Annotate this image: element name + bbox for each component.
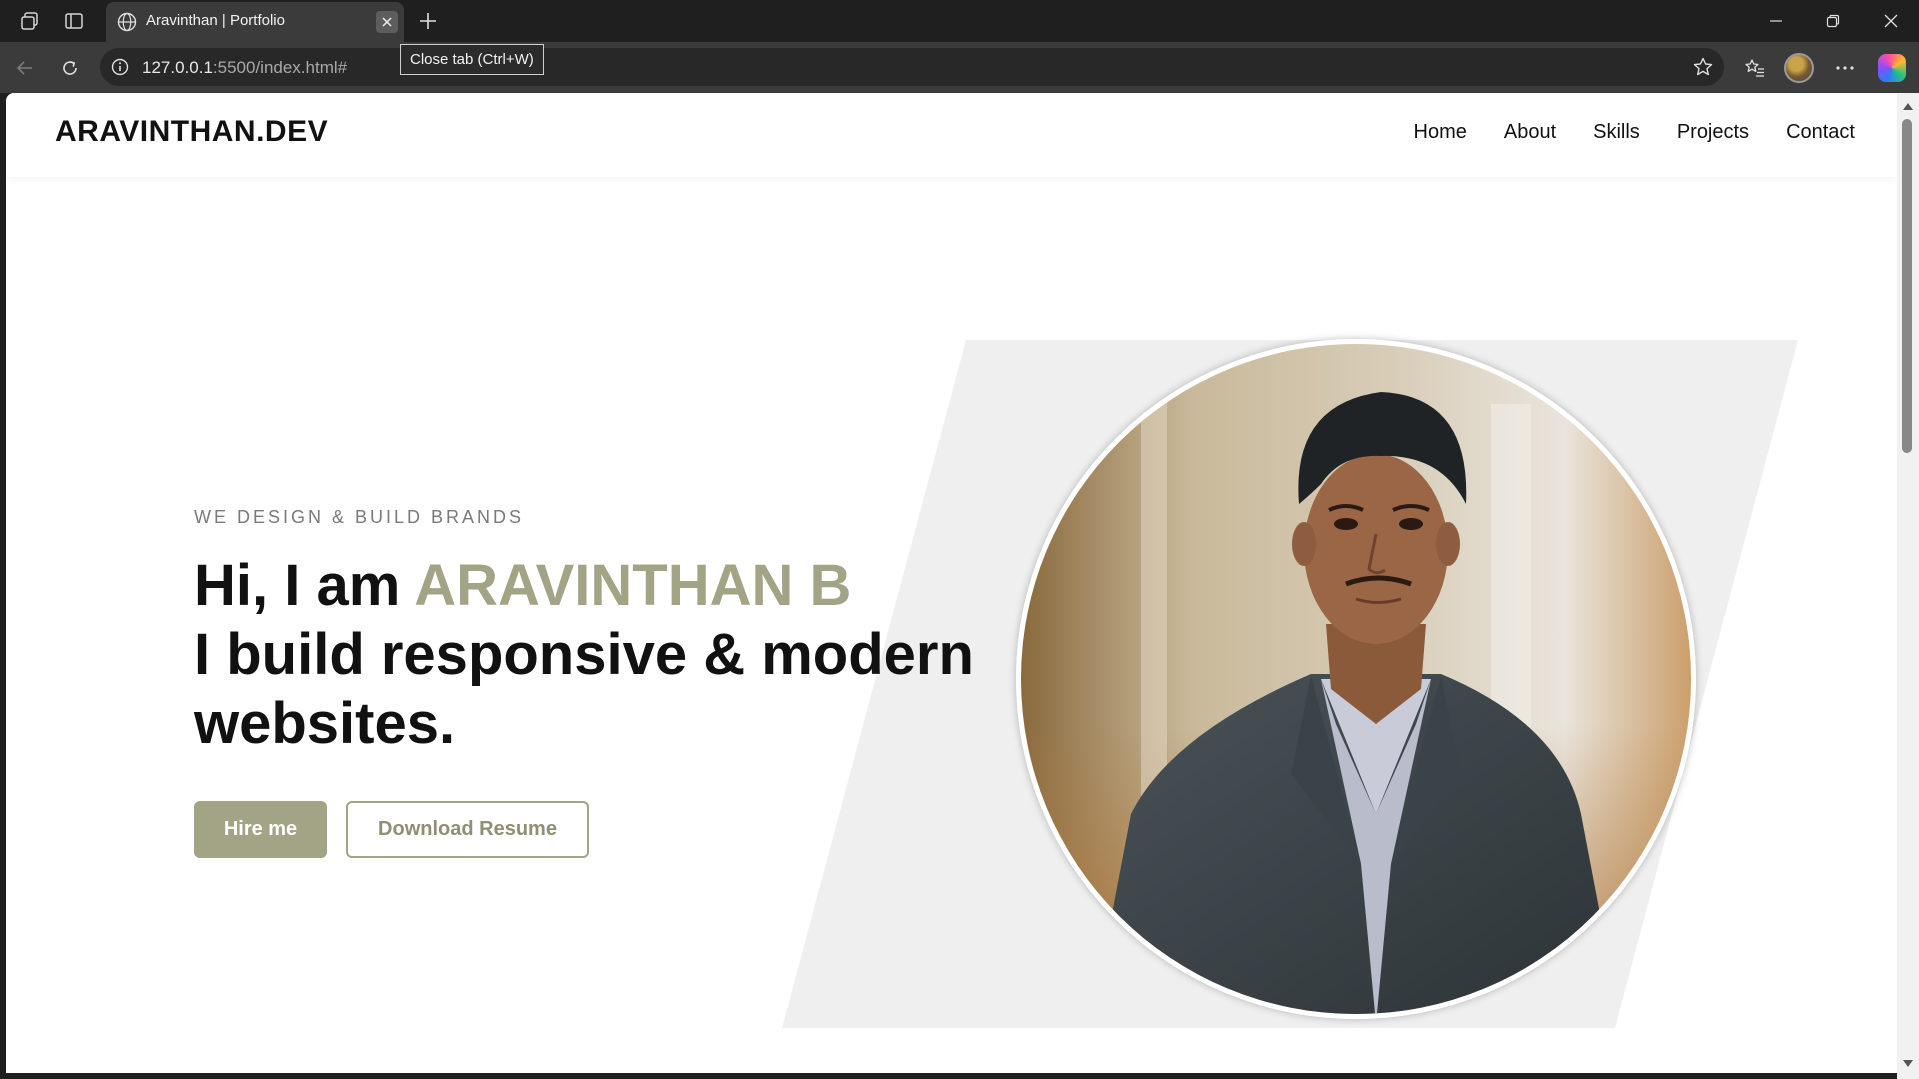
site-info-icon[interactable] bbox=[110, 57, 130, 77]
hero-greeting: Hi, I am bbox=[194, 553, 415, 618]
hero-text: WE DESIGN & BUILD BRANDS Hi, I am ARAVIN… bbox=[194, 507, 974, 756]
browser-toolbar: 127.0.0.1:5500/index.html# bbox=[0, 42, 1919, 93]
address-bar[interactable]: 127.0.0.1:5500/index.html# bbox=[100, 48, 1724, 86]
copilot-icon[interactable] bbox=[1878, 54, 1906, 82]
main-nav: Home About Skills Projects Contact bbox=[1414, 121, 1855, 144]
download-resume-button[interactable]: Download Resume bbox=[346, 801, 589, 858]
workspaces-icon[interactable] bbox=[14, 6, 46, 36]
nav-link-home[interactable]: Home bbox=[1414, 121, 1467, 144]
site-logo[interactable]: ARAVINTHAN.DEV bbox=[55, 115, 328, 149]
new-tab-icon[interactable] bbox=[412, 6, 444, 36]
hero-name: ARAVINTHAN B bbox=[414, 553, 852, 618]
hero-line-3: websites. bbox=[194, 691, 456, 756]
url-text: 127.0.0.1:5500/index.html# bbox=[142, 58, 348, 77]
restore-icon[interactable] bbox=[1805, 0, 1861, 42]
minimize-icon[interactable] bbox=[1748, 0, 1804, 42]
profile-avatar[interactable] bbox=[1784, 53, 1814, 83]
vertical-tabs-icon[interactable] bbox=[58, 6, 90, 36]
scroll-up-arrow-icon[interactable] bbox=[1903, 103, 1913, 110]
refresh-icon[interactable] bbox=[53, 51, 87, 85]
hire-me-button[interactable]: Hire me bbox=[194, 801, 327, 858]
hero-headline: Hi, I am ARAVINTHAN B I build responsive… bbox=[194, 551, 1094, 758]
globe-icon bbox=[117, 12, 137, 32]
tab-bar: Aravinthan | Portfolio bbox=[0, 0, 1919, 42]
more-options-icon[interactable] bbox=[1828, 51, 1862, 85]
tab-active[interactable]: Aravinthan | Portfolio bbox=[106, 2, 404, 42]
nav-link-about[interactable]: About bbox=[1504, 121, 1556, 144]
scroll-down-arrow-icon[interactable] bbox=[1903, 1060, 1913, 1067]
back-arrow-icon[interactable] bbox=[8, 51, 42, 85]
tab-title: Aravinthan | Portfolio bbox=[146, 12, 285, 29]
close-tab-icon[interactable] bbox=[376, 11, 398, 33]
hero-line-2: I build responsive & modern bbox=[194, 622, 974, 687]
favorite-star-icon[interactable] bbox=[1692, 56, 1714, 78]
favorites-icon[interactable] bbox=[1738, 51, 1772, 85]
tooltip: Close tab (Ctrl+W) bbox=[400, 44, 544, 75]
portrait-illustration bbox=[1021, 344, 1691, 1014]
nav-link-projects[interactable]: Projects bbox=[1677, 121, 1749, 144]
nav-link-contact[interactable]: Contact bbox=[1786, 121, 1855, 144]
hero-eyebrow: WE DESIGN & BUILD BRANDS bbox=[194, 507, 525, 527]
profile-photo bbox=[1016, 339, 1696, 1019]
close-window-icon[interactable] bbox=[1863, 0, 1919, 42]
page-scrollbar[interactable] bbox=[1897, 93, 1919, 1079]
page-viewport: ARAVINTHAN.DEV Home About Skills Project… bbox=[6, 93, 1897, 1073]
scrollbar-thumb[interactable] bbox=[1902, 119, 1912, 453]
site-header: ARAVINTHAN.DEV Home About Skills Project… bbox=[6, 93, 1897, 177]
nav-link-skills[interactable]: Skills bbox=[1593, 121, 1640, 144]
